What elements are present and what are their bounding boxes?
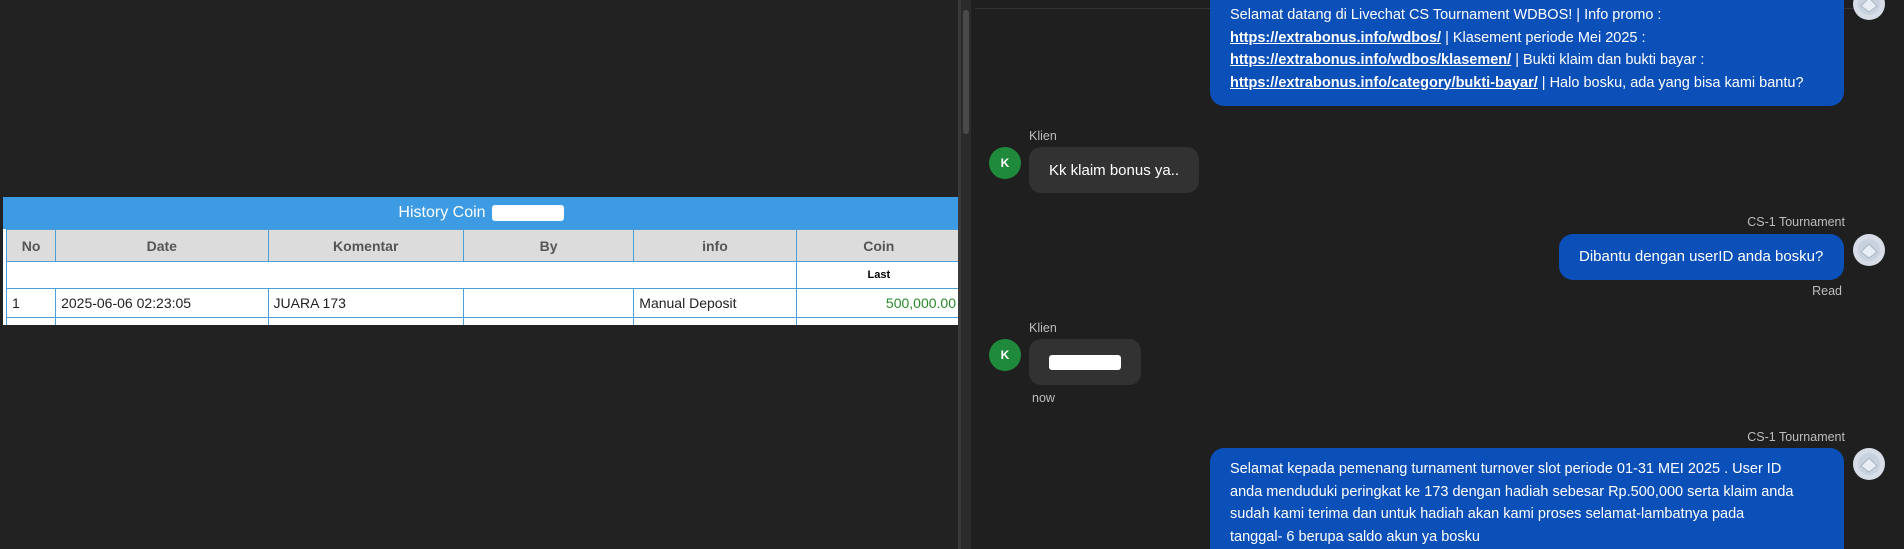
client-message-klaim: Kk klaim bonus ya.. (1029, 147, 1200, 193)
redacted-text (1049, 354, 1121, 370)
cell-empty (5, 317, 57, 325)
cell-empty (633, 317, 797, 325)
welcome-text-3: | Bukti klaim dan bukti bayar : (1511, 52, 1705, 68)
agent-avatar-icon (1858, 239, 1880, 261)
scrollbar-thumb[interactable] (963, 10, 969, 134)
cell-empty (55, 317, 269, 325)
cell-date: 2025-06-06 02:23:05 (55, 288, 269, 318)
cell-empty (795, 317, 959, 325)
link-klasemen[interactable]: https://extrabonus.info/wdbos/klasemen/ (1230, 52, 1511, 68)
redacted-username (491, 205, 564, 221)
chat-scrollbar[interactable] (961, 0, 971, 549)
congrats-line: sudah kami terima dan untuk hadiah akan … (1230, 506, 1745, 522)
agent-avatar (1853, 234, 1885, 266)
table-row-partial (5, 317, 959, 325)
client-sender-label: Klien (1029, 129, 1057, 143)
cell-empty (267, 317, 464, 325)
sub-header-row: Last (6, 261, 959, 289)
message-time: now (1032, 391, 1055, 405)
agent-message-congrats: Selamat kepada pemenang turnament turnov… (1210, 448, 1844, 549)
col-header-by[interactable]: By (462, 229, 635, 262)
welcome-text-2: | Klasement periode Mei 2025 : (1441, 29, 1646, 46)
left-pane: History Coin No Date Komentar By info Co… (0, 0, 960, 549)
agent-avatar-icon (1858, 0, 1880, 15)
chat-panel: Selamat datang di Livechat CS Tournament… (961, 0, 1904, 549)
history-title: History Coin (3, 197, 959, 229)
col-header-coin[interactable]: Coin (795, 229, 959, 262)
agent-avatar (1853, 0, 1885, 20)
congrats-line: Selamat kepada pemenang turnament turnov… (1230, 461, 1782, 477)
congrats-line: anda menduduki peringkat ke 173 dengan h… (1230, 483, 1794, 500)
history-title-text: History Coin (398, 204, 486, 221)
col-header-komentar[interactable]: Komentar (267, 229, 464, 262)
cell-no: 1 (5, 288, 57, 318)
sub-header-last: Last (795, 261, 959, 289)
read-receipt: Read (1812, 284, 1842, 298)
client-avatar: K (989, 339, 1021, 371)
agent-sender-label: CS-1 Tournament (1747, 215, 1845, 229)
client-message-text: Kk klaim bonus ya.. (1049, 161, 1180, 179)
welcome-text-1: Selamat datang di Livechat CS Tournament… (1230, 7, 1662, 23)
agent-message-userid: Dibantu dengan userID anda bosku? (1559, 234, 1844, 280)
client-message-redacted (1029, 339, 1141, 385)
agent-avatar (1853, 448, 1885, 480)
sub-header-spacer (6, 261, 797, 289)
col-header-date[interactable]: Date (55, 229, 269, 262)
client-avatar: K (989, 147, 1021, 179)
agent-message-text: Dibantu dengan userID anda bosku? (1579, 247, 1824, 265)
link-promo[interactable]: https://extrabonus.info/wdbos/ (1230, 30, 1441, 46)
table-header-row: No Date Komentar By info Coin (5, 229, 959, 262)
col-header-no[interactable]: No (5, 229, 57, 262)
welcome-text-4: | Halo bosku, ada yang bisa kami bantu? (1537, 74, 1804, 91)
cell-info: Manual Deposit (633, 288, 797, 318)
table-row: 1 2025-06-06 02:23:05 JUARA 173 Manual D… (5, 288, 959, 318)
agent-message-welcome: Selamat datang di Livechat CS Tournament… (1210, 0, 1844, 106)
agent-sender-label: CS-1 Tournament (1747, 430, 1845, 444)
cell-empty (462, 317, 635, 325)
history-table: No Date Komentar By info Coin Last 1 202… (5, 229, 959, 325)
cell-coin: 500,000.00 (795, 288, 959, 318)
congrats-line: tanggal- 6 berupa saldo akun ya bosku (1230, 528, 1480, 545)
history-coin-panel: History Coin No Date Komentar By info Co… (3, 197, 959, 325)
col-header-info[interactable]: info (633, 229, 797, 262)
cell-by (462, 288, 635, 318)
client-sender-label: Klien (1029, 321, 1057, 335)
agent-avatar-icon (1858, 453, 1880, 475)
cell-komentar: JUARA 173 (267, 288, 464, 318)
link-bukti-bayar[interactable]: https://extrabonus.info/category/bukti-b… (1230, 75, 1538, 91)
